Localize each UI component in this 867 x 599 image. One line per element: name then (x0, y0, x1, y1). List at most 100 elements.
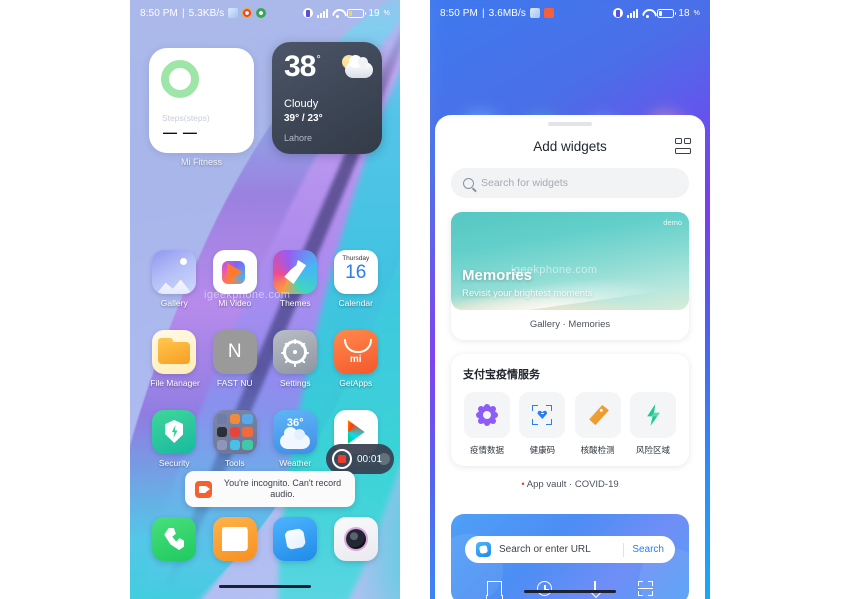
search-icon (463, 177, 474, 189)
wifi-icon (642, 9, 653, 18)
wifi-icon (332, 9, 343, 18)
chrome-notification-icon (242, 8, 253, 18)
mi-video-app-icon (212, 250, 257, 294)
app-security[interactable]: Security (150, 410, 198, 468)
covid-item-epidemic-data[interactable]: 疫情数据 (463, 392, 511, 456)
home-indicator[interactable] (219, 584, 311, 588)
widget-caption: Gallery · Memories (529, 319, 611, 330)
app-getapps[interactable]: mi GetApps (332, 330, 380, 388)
app-label: Themes (279, 298, 311, 308)
app-settings[interactable]: Settings (271, 330, 319, 388)
status-network-speed: 3.6MB/s (488, 7, 527, 19)
tools-folder-icon (212, 410, 257, 454)
app-themes[interactable]: Themes (271, 250, 319, 308)
gallery-notification-icon (228, 8, 239, 18)
battery-icon (657, 8, 677, 18)
weather-widget[interactable]: 38° Cloudy 39° / 23° Lahore (272, 42, 382, 154)
app-label: Calendar (338, 298, 374, 308)
red-dot-marker: • (521, 479, 525, 490)
app-fast-nu[interactable]: N FAST NU (211, 330, 259, 388)
dock (130, 517, 400, 561)
mi-fitness-widget[interactable]: Steps(steps) — — (149, 48, 254, 153)
battery-percent: 18 (678, 7, 690, 19)
page-title: Add widgets (533, 138, 607, 154)
file-manager-app-icon (152, 330, 197, 374)
covid-widget-title: 支付宝疫情服务 (463, 369, 540, 381)
app-label: Mi Video (218, 298, 252, 308)
steps-ring-icon (161, 60, 199, 98)
weather-degree-symbol: ° (316, 54, 321, 66)
camera-dock-icon[interactable] (333, 517, 378, 561)
search-button[interactable]: Search (632, 544, 664, 555)
test-tube-icon (574, 392, 621, 438)
health-code-scan-icon (519, 392, 566, 438)
app-label: Security (158, 458, 190, 468)
browser-url-bar[interactable]: Search or enter URL Search (465, 536, 675, 563)
widget-card-memories[interactable]: demo Memories Revisit your brightest mom… (451, 212, 689, 340)
weather-icon-temp: 36° (286, 417, 304, 429)
status-time: 8:50 PM (440, 7, 478, 19)
covid-item-label: 风险区域 (635, 445, 670, 455)
covid-widget-caption: • App vault · COVID-19 (435, 470, 705, 500)
status-separator: | (181, 7, 185, 19)
app-label: Weather (279, 458, 312, 468)
weather-condition: Cloudy (284, 98, 319, 110)
status-time: 8:50 PM (140, 7, 178, 19)
browser-dock-icon[interactable] (273, 517, 318, 561)
toast-message: You're incognito. Can't record audio. (223, 477, 342, 499)
divider (623, 542, 625, 557)
app-label: GetApps (339, 378, 373, 388)
fast-nu-glyph: N (227, 341, 242, 362)
app-calendar[interactable]: Thursday 16 Calendar (332, 250, 380, 308)
screenshot-root: 8:50 PM | 5.3KB/s 19 % Steps(steps) — — (0, 0, 867, 599)
phone-dock-icon[interactable] (152, 517, 197, 561)
left-phone-screen: 8:50 PM | 5.3KB/s 19 % Steps(steps) — — (130, 0, 400, 599)
weather-app-icon: 36° (273, 410, 318, 454)
steps-value: — — (163, 124, 198, 140)
stop-recording-button[interactable] (332, 449, 352, 469)
app-label: Gallery (160, 298, 188, 308)
mi-fitness-widget-caption: Mi Fitness (180, 157, 222, 167)
widget-card-covid[interactable]: 支付宝疫情服务 疫情数据 健康码 核酸检测 风险区域 (451, 354, 689, 466)
scan-icon[interactable] (638, 581, 654, 596)
gallery-notification-icon (530, 8, 541, 18)
grid-layout-icon[interactable] (675, 138, 691, 154)
covid-item-nucleic-test[interactable]: 核酸检测 (574, 392, 622, 456)
weather-high-low: 39° / 23° (284, 113, 323, 124)
covid-item-health-code[interactable]: 健康码 (518, 392, 566, 456)
battery-icon (347, 8, 367, 18)
status-network-speed: 5.3KB/s (188, 7, 225, 19)
recorder-secondary-button[interactable] (378, 453, 390, 465)
home-indicator[interactable] (524, 589, 616, 593)
steps-label: Steps(steps) (162, 113, 210, 123)
app-mi-video[interactable]: Mi Video (211, 250, 259, 308)
app-label: Settings (279, 378, 311, 388)
app-file-manager[interactable]: File Manager (150, 330, 200, 388)
app-tools-folder[interactable]: Tools (211, 410, 259, 468)
url-placeholder: Search or enter URL (499, 544, 591, 555)
incognito-toast: You're incognito. Can't record audio. (185, 471, 355, 507)
app-gallery[interactable]: Gallery (150, 250, 198, 308)
widget-card-browser[interactable]: Search or enter URL Search (451, 514, 689, 599)
add-widgets-sheet: Add widgets Search for widgets demo Memo… (435, 115, 705, 599)
covid-item-row: 疫情数据 健康码 核酸检测 风险区域 (463, 392, 677, 456)
covid-item-risk-area[interactable]: 风险区域 (629, 392, 677, 456)
bookmark-icon[interactable] (486, 581, 502, 596)
history-clock-icon[interactable] (537, 581, 553, 596)
weather-temperature: 38 (284, 50, 316, 83)
browser-tool-row (451, 581, 689, 596)
calendar-weekday: Thursday (342, 255, 370, 262)
status-separator: | (481, 7, 485, 19)
messages-dock-icon[interactable] (212, 517, 257, 561)
fast-nu-app-icon: N (212, 330, 257, 374)
screen-recorder-pill[interactable]: 00:01 (326, 444, 394, 474)
app-weather[interactable]: 36° Weather (271, 410, 319, 468)
play-notification-icon (256, 8, 267, 18)
left-status-bar: 8:50 PM | 5.3KB/s 19 % (130, 0, 400, 26)
battery-unit: % (693, 9, 700, 17)
app-row-2: File Manager N FAST NU Settings mi GetAp… (130, 330, 400, 388)
download-icon[interactable] (588, 581, 603, 596)
memories-title: Memories (462, 267, 533, 284)
search-input[interactable]: Search for widgets (451, 168, 689, 198)
app-label: Tools (224, 458, 245, 468)
